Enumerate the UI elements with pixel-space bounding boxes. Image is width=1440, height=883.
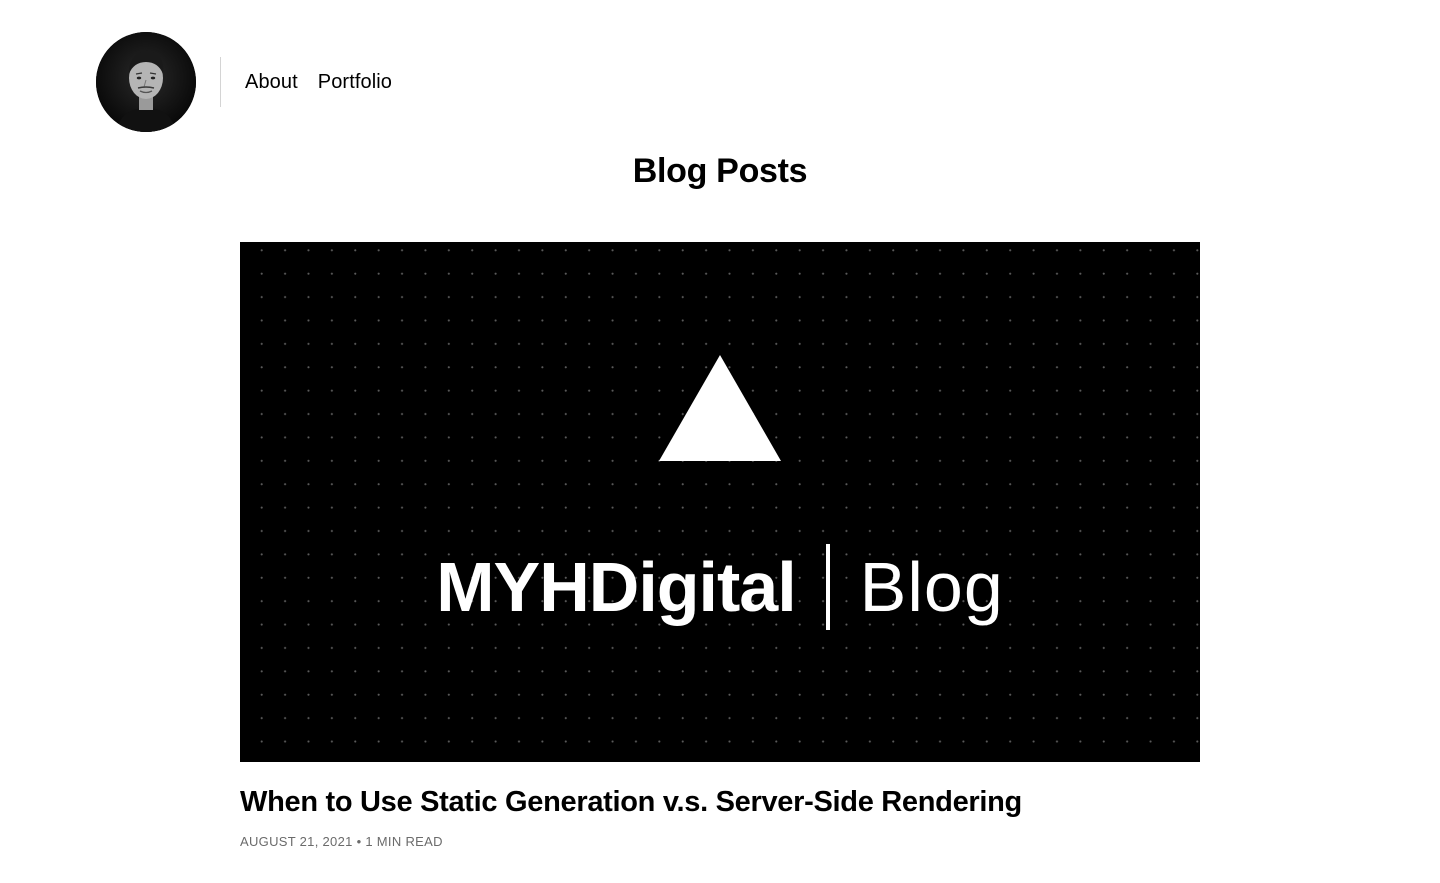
post-meta-separator: •	[356, 834, 362, 849]
cover-separator	[825, 544, 830, 630]
post-date: AUGUST 21, 2021	[240, 834, 353, 849]
cover-wordmark: MYHDigital Blog	[240, 544, 1200, 630]
page-title: Blog Posts	[632, 152, 808, 190]
cover-brand-text: MYHDigital	[436, 548, 796, 626]
triangle-logo-icon	[659, 355, 781, 461]
post-title: When to Use Static Generation v.s. Serve…	[240, 786, 1022, 819]
site-header: About Portfolio	[96, 32, 392, 132]
post-cover-image[interactable]: MYHDigital Blog	[240, 242, 1200, 762]
main-nav: About Portfolio	[245, 71, 392, 94]
post-meta: AUGUST 21, 2021 • 1 MIN READ	[240, 834, 443, 849]
nav-link-about[interactable]: About	[245, 71, 298, 94]
avatar-photo	[96, 32, 196, 132]
cover-section-text: Blog	[859, 548, 1004, 626]
nav-link-portfolio[interactable]: Portfolio	[318, 71, 392, 94]
header-divider	[220, 57, 221, 107]
post-card: MYHDigital Blog When to Use Static Gener…	[240, 242, 1200, 849]
post-read-time: 1 MIN READ	[365, 834, 443, 849]
post-title-link[interactable]: When to Use Static Generation v.s. Serve…	[240, 786, 1022, 818]
avatar[interactable]	[96, 32, 196, 132]
